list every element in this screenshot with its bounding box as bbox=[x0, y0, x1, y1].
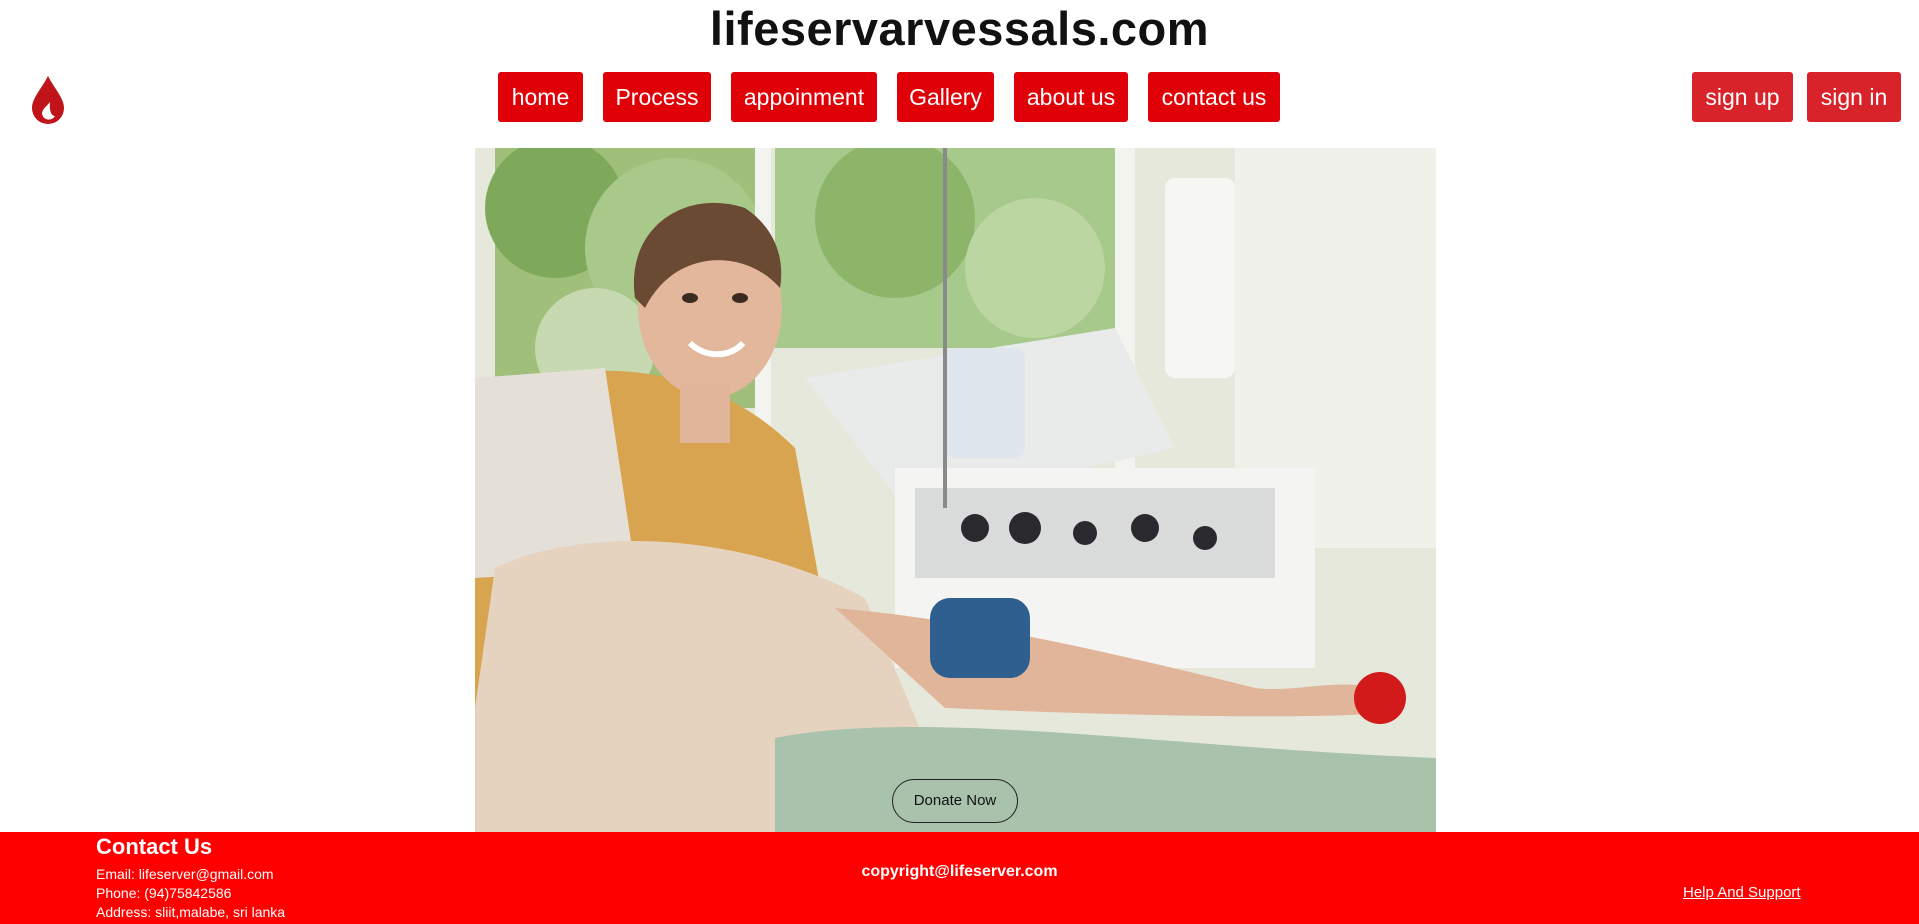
sign-up-button[interactable]: sign up bbox=[1692, 72, 1793, 122]
nav-appointment-button[interactable]: appoinment bbox=[731, 72, 877, 122]
site-title: lifeservarvessals.com bbox=[709, 2, 1210, 55]
nav-gallery-button[interactable]: Gallery bbox=[897, 72, 994, 122]
footer: Contact Us Email: lifeserver@gmail.com P… bbox=[0, 832, 1919, 924]
donate-now-button[interactable]: Donate Now bbox=[892, 779, 1018, 823]
hero-image bbox=[475, 148, 1436, 832]
nav-about-button[interactable]: about us bbox=[1014, 72, 1128, 122]
footer-phone: Phone: (94)75842586 bbox=[96, 885, 232, 901]
main-nav: home Process appoinment Gallery about us… bbox=[0, 72, 1919, 122]
nav-contact-button[interactable]: contact us bbox=[1148, 72, 1280, 122]
nav-home-button[interactable]: home bbox=[498, 72, 583, 122]
sign-in-button[interactable]: sign in bbox=[1807, 72, 1901, 122]
copyright-text: copyright@lifeserver.com bbox=[861, 863, 1058, 880]
footer-heading: Contact Us bbox=[96, 834, 213, 859]
help-and-support-link[interactable]: Help And Support bbox=[1683, 884, 1801, 901]
nav-process-button[interactable]: Process bbox=[603, 72, 711, 122]
footer-address: Address: sliit,malabe, sri lanka bbox=[96, 904, 286, 920]
